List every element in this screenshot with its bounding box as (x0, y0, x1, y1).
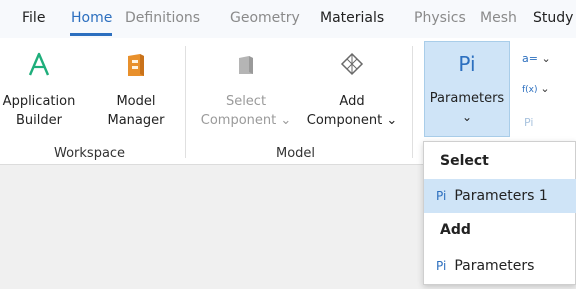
select-component-button[interactable]: Select Component ⌄ (196, 50, 296, 130)
tab-physics[interactable]: Physics (414, 8, 466, 28)
group-separator (412, 46, 413, 158)
parameter-case-button[interactable]: Pi (524, 116, 533, 129)
menu-item-add-parameters[interactable]: Pi Parameters (424, 249, 576, 283)
application-builder-label-2: Builder (16, 113, 62, 128)
parameters-icon: Pi (436, 259, 447, 273)
menu-bar: File Home Definitions Geometry Materials… (0, 0, 576, 38)
menu-item-parameters-1[interactable]: Pi Parameters 1 (424, 179, 576, 213)
functions-icon: f(x) (522, 85, 538, 95)
variables-button[interactable]: a= ⌄ (522, 52, 551, 65)
model-manager-icon (128, 54, 144, 76)
variables-icon: a= (522, 52, 538, 65)
tab-study[interactable]: Study (533, 8, 573, 28)
add-component-button[interactable]: Add Component ⌄ (302, 50, 402, 130)
group-label-model: Model (276, 146, 316, 161)
select-component-label-2: Component ⌄ (200, 113, 292, 128)
chevron-down-icon: ⌄ (541, 52, 551, 65)
tab-home[interactable]: Home (71, 8, 112, 28)
parameters-icon: Pi (436, 189, 447, 203)
active-tab-indicator (70, 33, 112, 36)
select-component-label-1: Select (225, 94, 267, 109)
dropdown-header-select: Select (440, 153, 489, 169)
chevron-down-icon: ⌄ (540, 82, 550, 95)
add-component-label-2: Component ⌄ (306, 113, 398, 128)
application-builder-icon (28, 52, 50, 76)
component-icon (239, 56, 253, 74)
application-builder-button[interactable]: Application Builder (2, 50, 76, 130)
menu-item-label: Parameters 1 (454, 188, 548, 204)
tab-geometry[interactable]: Geometry (230, 8, 300, 28)
model-manager-button[interactable]: Model Manager (98, 50, 174, 130)
add-component-label-1: Add (339, 94, 365, 109)
parameters-button[interactable]: Pi Parameters ⌄ (424, 41, 510, 137)
group-separator (185, 46, 186, 158)
dropdown-header-add: Add (440, 222, 471, 238)
menu-item-label: Parameters (454, 258, 535, 274)
tab-definitions[interactable]: Definitions (125, 8, 200, 28)
parameters-dropdown-menu: Select Pi Parameters 1 Add Pi Parameters (423, 141, 576, 285)
tab-file[interactable]: File (22, 8, 45, 28)
parameters-label: Parameters (429, 91, 505, 106)
application-builder-label-1: Application (2, 94, 76, 109)
functions-button[interactable]: f(x) ⌄ (522, 82, 550, 95)
chevron-down-icon: ⌄ (461, 110, 473, 124)
group-label-workspace: Workspace (54, 146, 126, 161)
model-manager-label-2: Manager (107, 113, 165, 128)
add-component-icon (340, 52, 364, 76)
tab-mesh[interactable]: Mesh (480, 8, 517, 28)
parameters-icon: Pi (458, 52, 476, 76)
parameter-case-icon: Pi (524, 116, 534, 129)
model-manager-label-1: Model (116, 94, 156, 109)
tab-materials[interactable]: Materials (320, 8, 384, 28)
